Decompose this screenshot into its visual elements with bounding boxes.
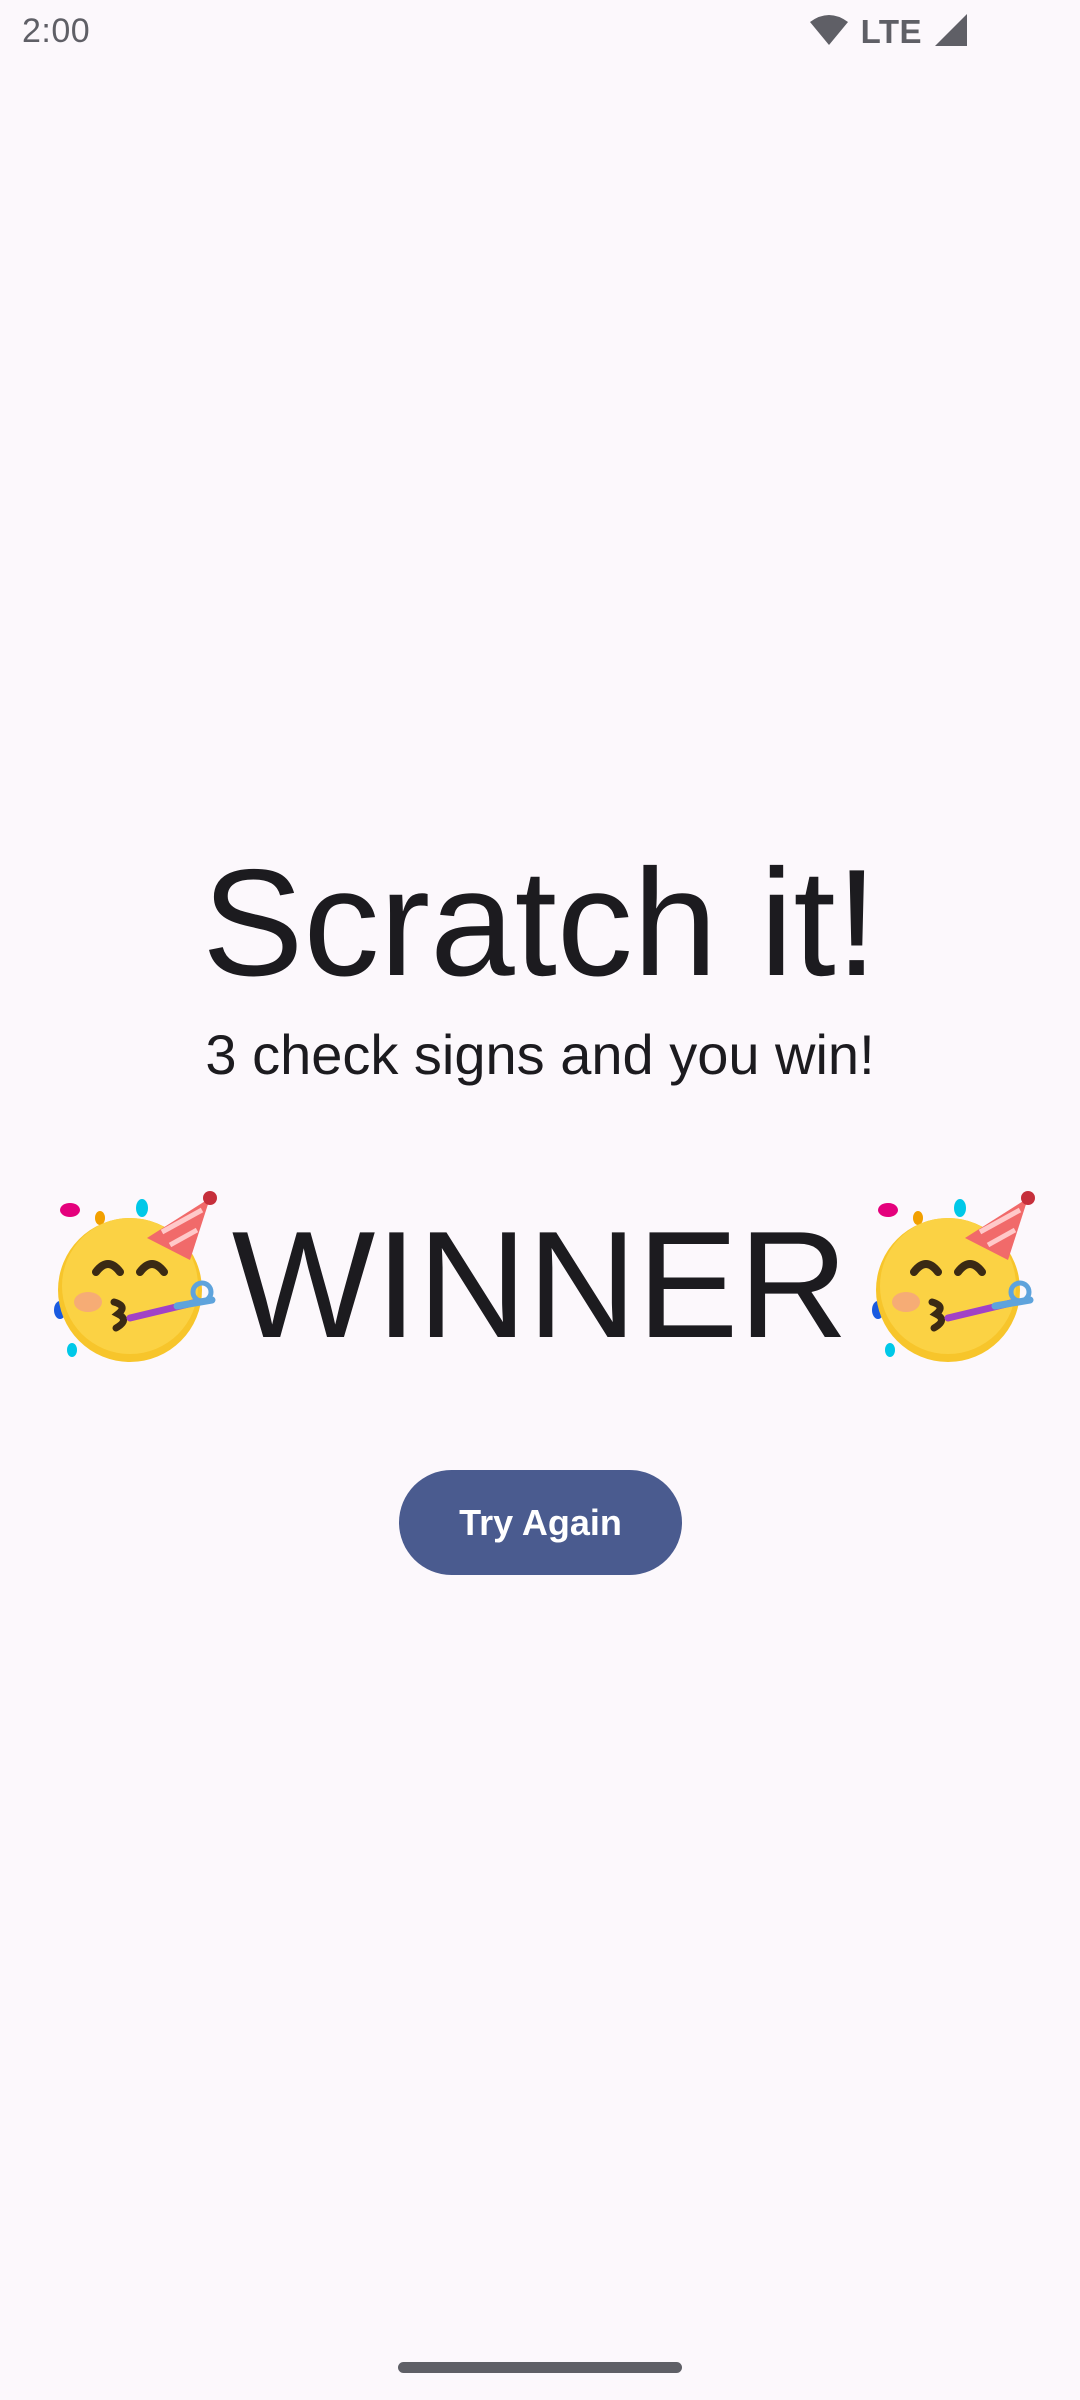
instructions-text: 3 check signs and you win! [205, 1023, 875, 1086]
home-indicator[interactable] [398, 2362, 682, 2373]
page-title: Scratch it! [202, 838, 878, 1008]
status-bar: 2:00 LTE [0, 0, 1080, 66]
status-time: 2:00 [22, 12, 91, 50]
wifi-icon [809, 14, 849, 51]
party-face-icon [870, 1190, 1040, 1375]
status-icons: LTE [809, 12, 968, 52]
screen: 2:00 LTE Scratch it! 3 check signs and y… [0, 0, 1080, 2400]
signal-icon [934, 13, 968, 52]
result-row: WINNER [0, 1190, 1080, 1380]
network-type-label: LTE [860, 13, 922, 50]
try-again-button[interactable]: Try Again [399, 1470, 682, 1575]
